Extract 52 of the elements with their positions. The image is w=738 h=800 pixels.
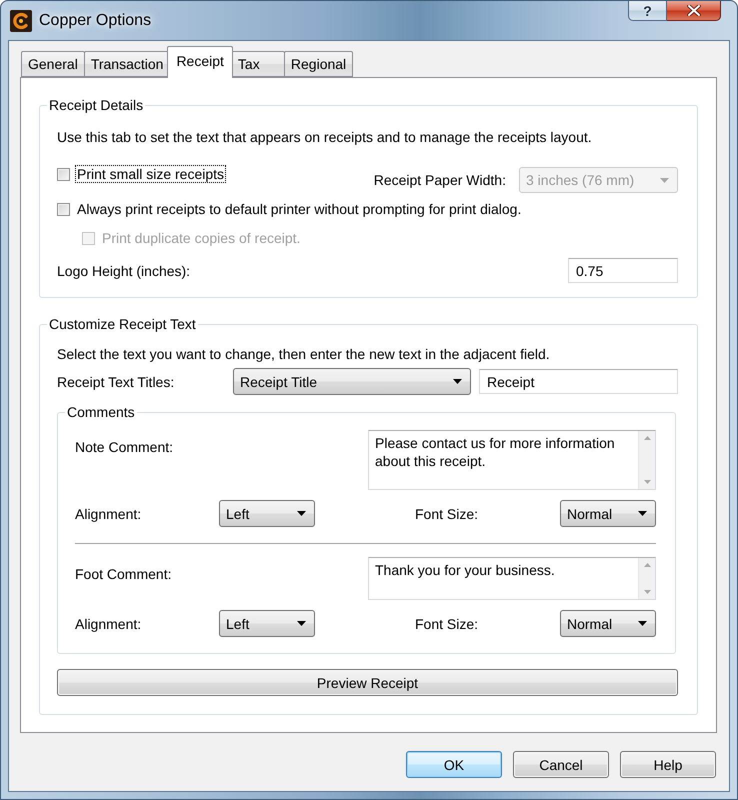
comment-label: Note Comment: [75,438,174,456]
close-icon [686,5,700,16]
caret-icon [660,178,669,182]
receipt-title-dropdown[interactable]: Receipt Title [233,368,471,395]
caret-icon [453,379,462,384]
vertical-scrollbar[interactable] [638,431,655,489]
receipt-text-titles-label: Receipt Text Titles: [57,372,174,390]
dialog-button[interactable]: OK [406,751,502,778]
tab[interactable]: Regional [284,51,354,77]
alignment-label: Alignment: [75,504,142,522]
logo-height-field[interactable]: 0.75 [568,258,678,283]
app-logo-icon [10,10,32,32]
alignment-dropdown[interactable]: Left [219,610,315,637]
title-text-field[interactable]: Receipt [479,369,678,394]
logo-height-label: Logo Height (inches): [57,262,190,280]
tab[interactable]: Receipt [167,46,233,78]
paper-width-label: Receipt Paper Width: [374,171,506,189]
scroll-up-icon [644,563,650,567]
checkbox[interactable] [57,202,70,216]
font-size-dropdown[interactable]: Normal [560,610,656,637]
tab[interactable]: General [21,51,85,77]
alignment-dropdown[interactable]: Left [219,500,315,527]
tab[interactable]: Tax [230,51,285,77]
dialog-button[interactable]: Cancel [513,751,609,778]
font-size-label: Font Size: [415,504,478,522]
checkbox[interactable] [57,168,70,180]
scroll-down-icon [644,590,650,594]
checkbox-label[interactable]: Print small size receipts [75,165,226,183]
caret-icon [638,511,647,516]
comment-label: Foot Comment: [75,565,172,583]
caret-icon [297,511,306,516]
close-button[interactable] [667,1,721,21]
caret-icon [297,621,306,626]
group-title: Customize Receipt Text [48,316,197,332]
checkbox-label[interactable]: Always print receipts to default printer without prompting for print dialog. [75,200,524,218]
comment-field[interactable]: Please contact us for more information about this receipt. [368,430,656,490]
dialog-button[interactable]: Help [620,751,716,778]
scroll-down-icon [644,480,650,484]
window-title: Copper Options [39,10,152,30]
instruction-text: Use this tab to set the text that appears on receipts and to manage the receipts layout. [57,128,592,146]
font-size-label: Font Size: [415,614,478,632]
scroll-up-icon [644,436,650,440]
group-title: Comments [66,404,136,420]
help-button[interactable]: ? [628,1,667,21]
preview-button[interactable]: Preview Receipt [57,669,678,696]
group-title: Receipt Details [48,97,144,113]
alignment-label: Alignment: [75,614,142,632]
instruction-text: Select the text you want to change, then enter the new text in the adjacent field. [57,345,550,363]
comment-field[interactable]: Thank you for your business. [368,557,656,600]
font-size-dropdown[interactable]: Normal [560,500,656,527]
vertical-scrollbar[interactable] [638,558,655,599]
caret-icon [638,621,647,626]
